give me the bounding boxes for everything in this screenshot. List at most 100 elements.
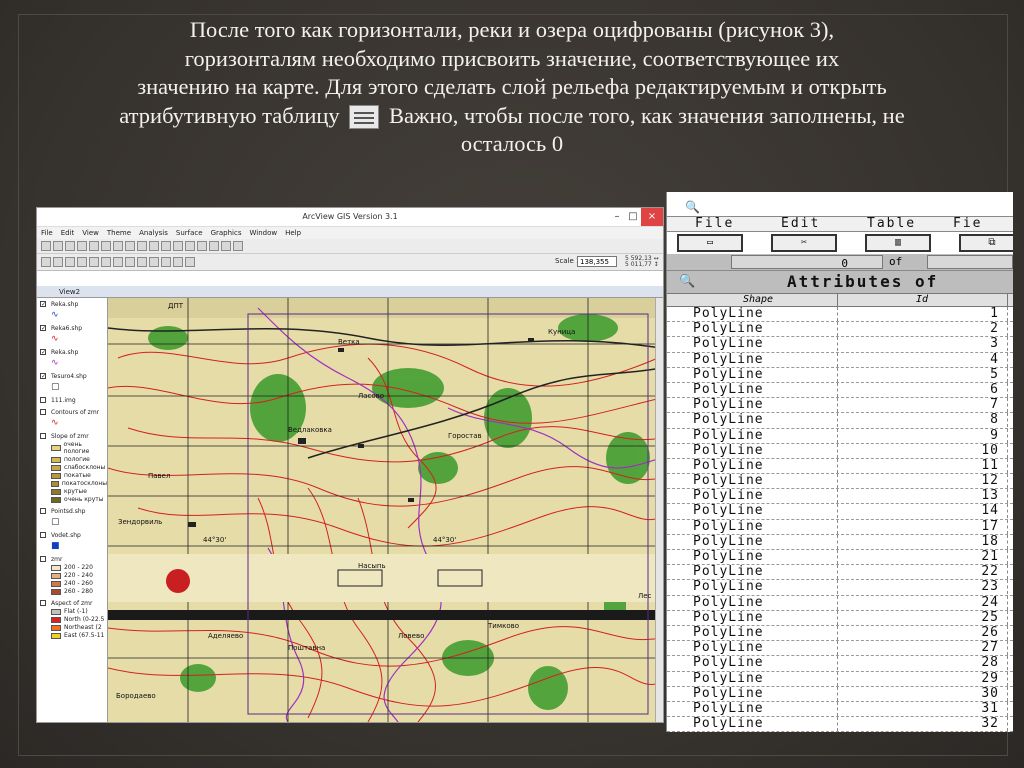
theme-properties-button[interactable]: [65, 241, 75, 251]
map-display[interactable]: ДПТ Куница Ветка Ведлаковка Павел Зендор…: [108, 298, 661, 722]
open-table-button[interactable]: [89, 241, 99, 251]
table-row[interactable]: PolyLine 28: [667, 656, 1013, 672]
zoom-full-button[interactable]: [137, 241, 147, 251]
table-row[interactable]: PolyLine 2: [667, 322, 1013, 338]
theme-checkbox[interactable]: ✓: [40, 301, 46, 308]
column-header-id[interactable]: Id: [837, 294, 1008, 306]
clear-selection-button[interactable]: [221, 241, 231, 251]
theme-checkbox[interactable]: [40, 409, 46, 415]
table-row[interactable]: PolyLine 27: [667, 641, 1013, 657]
save-project-button[interactable]: [41, 241, 51, 251]
table-row[interactable]: PolyLine 8: [667, 413, 1013, 429]
menu-surface[interactable]: Surface: [176, 227, 203, 239]
menu-file[interactable]: File: [667, 217, 753, 231]
vertical-scrollbar[interactable]: [655, 298, 663, 722]
menu-edit[interactable]: Edit: [61, 227, 75, 239]
minimize-icon[interactable]: –: [609, 208, 625, 226]
zoom-previous-button[interactable]: [197, 241, 207, 251]
maximize-icon[interactable]: □: [625, 208, 641, 226]
table-row[interactable]: PolyLine 22: [667, 565, 1013, 581]
table-row[interactable]: PolyLine 29: [667, 671, 1013, 687]
table-row[interactable]: PolyLine 21: [667, 550, 1013, 566]
table-row[interactable]: PolyLine 12: [667, 474, 1013, 490]
find-button[interactable]: [101, 241, 111, 251]
table-row[interactable]: PolyLine 6: [667, 382, 1013, 399]
menu-file[interactable]: File: [41, 227, 53, 239]
zoom-selected-button[interactable]: [161, 241, 171, 251]
theme-checkbox[interactable]: [40, 600, 46, 606]
table-row[interactable]: PolyLine 13: [667, 489, 1013, 505]
edit-legend-button[interactable]: [77, 241, 87, 251]
menu-graphics[interactable]: Graphics: [211, 227, 242, 239]
locate-button[interactable]: [113, 241, 123, 251]
toc-theme[interactable]: ✓ Reka.shp ∿: [37, 298, 107, 322]
menu-edit[interactable]: Edit: [753, 217, 839, 231]
table-row[interactable]: PolyLine 23: [667, 580, 1013, 596]
hotlink-tool[interactable]: [125, 257, 135, 267]
column-header-shape[interactable]: Shape: [679, 294, 838, 306]
area-of-interest-tool[interactable]: [137, 257, 147, 267]
query-button[interactable]: [125, 241, 135, 251]
vertex-edit-tool[interactable]: [65, 257, 75, 267]
pan-tool[interactable]: [101, 257, 111, 267]
save-edits-button[interactable]: ▭: [677, 234, 743, 252]
menu-field[interactable]: Fie: [925, 217, 1011, 231]
copy-button[interactable]: ⧉: [959, 234, 1013, 252]
table-row[interactable]: PolyLine 30: [667, 686, 1013, 702]
theme-checkbox[interactable]: [40, 397, 46, 403]
menu-window[interactable]: Window: [250, 227, 278, 239]
table-row[interactable]: PolyLine 31: [667, 701, 1013, 718]
toc-theme[interactable]: Pointsd.shp ▢: [37, 505, 107, 529]
toc-theme[interactable]: Contours of zmr ∿: [37, 406, 107, 430]
toc-theme[interactable]: ✓ Reka.shp ∿: [37, 346, 107, 370]
toc-theme[interactable]: Vodet.shp ■: [37, 529, 107, 553]
add-theme-button[interactable]: [53, 241, 63, 251]
table-row[interactable]: PolyLine 4: [667, 352, 1013, 368]
table-row[interactable]: PolyLine 9: [667, 428, 1013, 444]
theme-checkbox[interactable]: ✓: [40, 349, 46, 356]
table-row[interactable]: PolyLine 11: [667, 458, 1013, 475]
table-row[interactable]: PolyLine 17: [667, 519, 1013, 535]
theme-checkbox[interactable]: [40, 433, 46, 439]
paste-button[interactable]: ▥: [865, 234, 931, 252]
table-row[interactable]: PolyLine 18: [667, 534, 1013, 550]
theme-checkbox[interactable]: [40, 556, 46, 562]
toc-theme-aspect[interactable]: Aspect of zmr Flat (-1) North (0-22.5 No…: [37, 597, 107, 641]
table-row[interactable]: PolyLine 25: [667, 610, 1013, 626]
close-icon[interactable]: ×: [641, 208, 663, 226]
toc-theme-elevation[interactable]: zmr 200 - 220 220 - 240 240 - 260 260 - …: [37, 553, 107, 597]
theme-checkbox[interactable]: [40, 532, 46, 538]
theme-checkbox[interactable]: [40, 508, 46, 514]
theme-checkbox[interactable]: ✓: [40, 325, 46, 332]
table-row[interactable]: PolyLine 26: [667, 625, 1013, 642]
select-features-button[interactable]: [209, 241, 219, 251]
zoom-active-button[interactable]: [149, 241, 159, 251]
toc-theme[interactable]: ✓ Reka6.shp ∿: [37, 322, 107, 346]
zoom-in-tool[interactable]: [77, 257, 87, 267]
measure-tool[interactable]: [113, 257, 123, 267]
toc-theme[interactable]: 111.img: [37, 394, 107, 406]
menu-view[interactable]: View: [82, 227, 99, 239]
help-button[interactable]: [233, 241, 243, 251]
theme-checkbox[interactable]: ✓: [40, 373, 46, 380]
label-tool[interactable]: [149, 257, 159, 267]
table-row[interactable]: PolyLine 24: [667, 595, 1013, 611]
text-tool[interactable]: [161, 257, 171, 267]
pointer-tool[interactable]: [53, 257, 63, 267]
identify-tool[interactable]: [41, 257, 51, 267]
menu-analysis[interactable]: Analysis: [139, 227, 168, 239]
menu-help[interactable]: Help: [285, 227, 301, 239]
table-row[interactable]: PolyLine 10: [667, 443, 1013, 459]
menu-table[interactable]: Table: [839, 217, 925, 231]
draw-tool[interactable]: [173, 257, 183, 267]
zoom-out-tool[interactable]: [89, 257, 99, 267]
toc-theme[interactable]: ✓ Tesuro4.shp ▢: [37, 370, 107, 394]
toc-theme-slope[interactable]: Slope of zmr очень пологие пологие слабо…: [37, 430, 107, 505]
scale-input[interactable]: 138,355: [577, 256, 617, 267]
table-row[interactable]: PolyLine 3: [667, 337, 1013, 353]
cut-button[interactable]: ✂: [771, 234, 837, 252]
zoom-out-button[interactable]: [185, 241, 195, 251]
table-row[interactable]: PolyLine 7: [667, 398, 1013, 414]
table-row[interactable]: PolyLine 1: [667, 307, 1013, 323]
snap-tool[interactable]: [185, 257, 195, 267]
